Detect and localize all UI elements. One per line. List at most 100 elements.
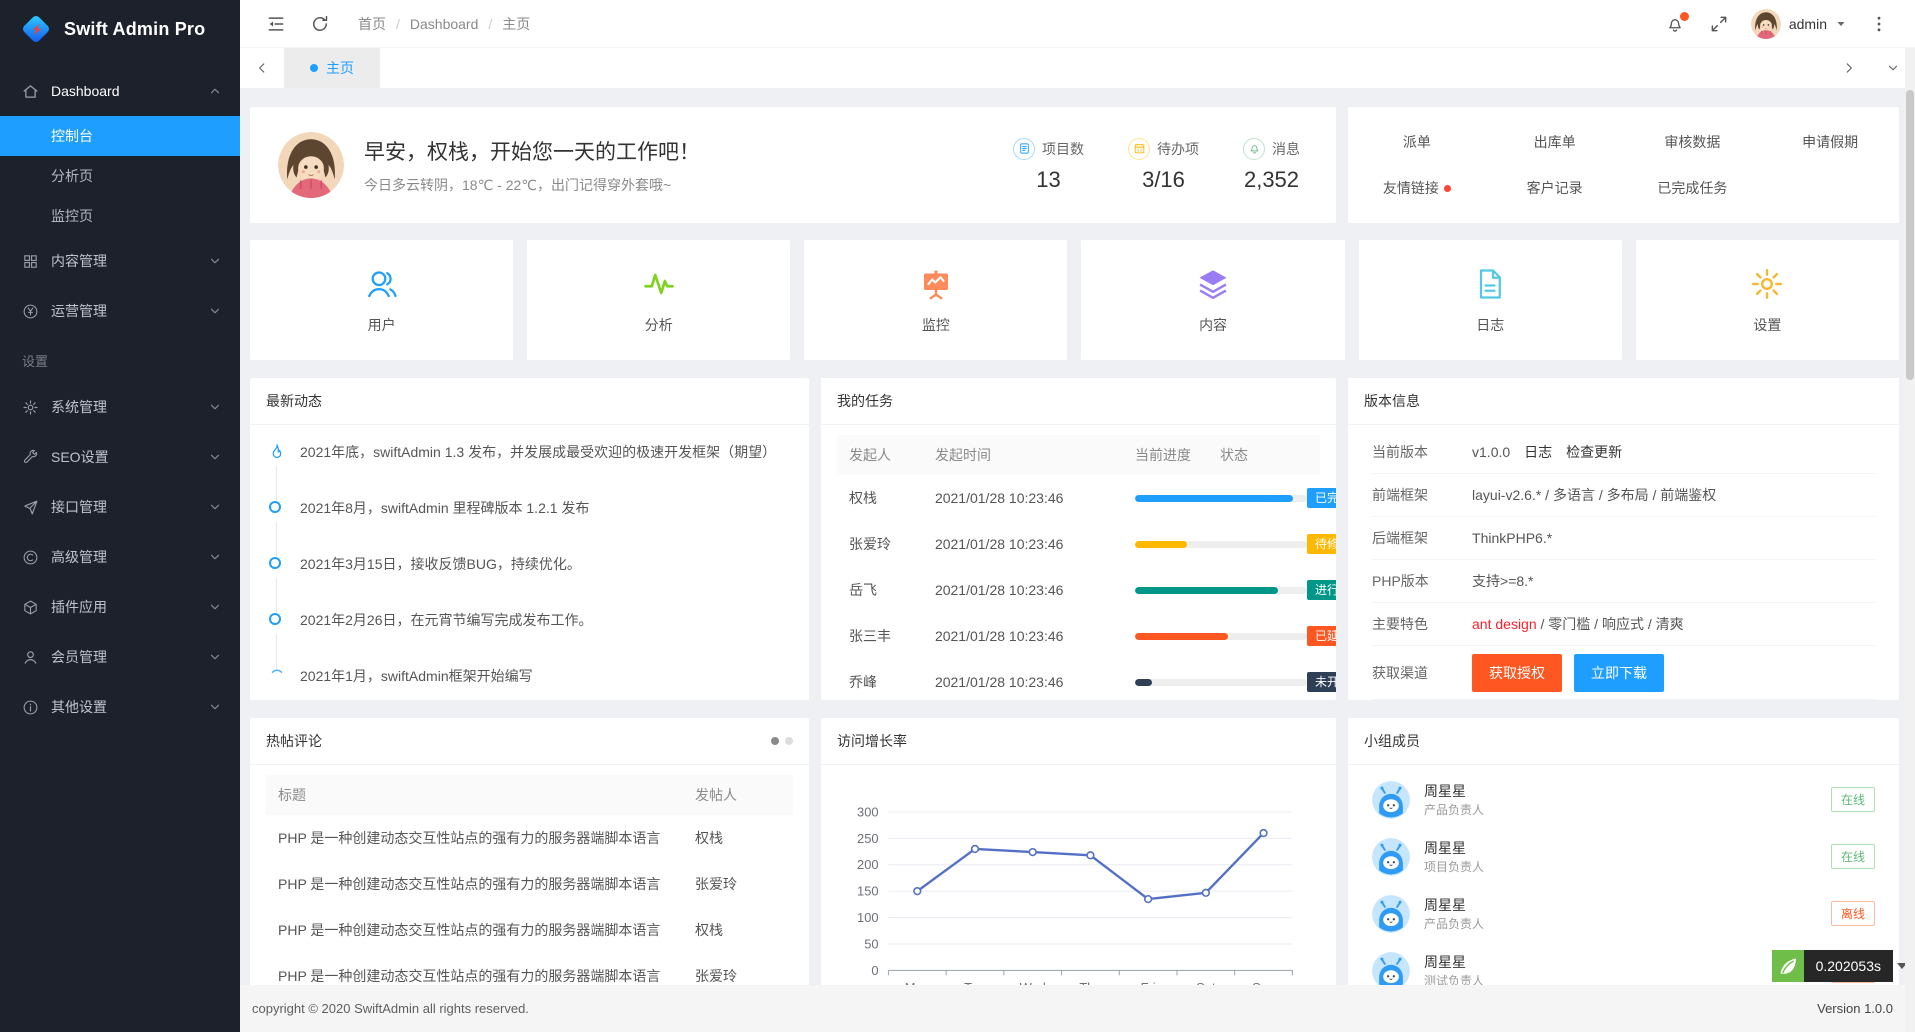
table-row[interactable]: PHP 是一种创建动态交互性站点的强有力的服务器端脚本语言张爱玲 [266,861,793,907]
shortcut-analysis[interactable]: 分析 [527,240,790,360]
carousel-dots [771,737,793,745]
calendar-icon [1128,138,1150,160]
table-header-row: 发起人发起时间 当前进度状态 [837,435,1320,475]
home-icon [22,83,39,100]
shortcut-users[interactable]: 用户 [250,240,513,360]
sidebar-item-api-mgmt[interactable]: 接口管理 [0,482,240,532]
breadcrumb-current[interactable]: 主页 [502,14,530,34]
changelog-link[interactable]: 日志 [1524,442,1552,462]
progress-bar [1135,679,1307,686]
collapse-sidebar-icon[interactable] [266,14,286,34]
quick-action-leave-request[interactable]: 申请假期 [1761,132,1899,152]
fullscreen-icon[interactable] [1709,14,1729,34]
download-button[interactable]: 立即下载 [1574,654,1664,692]
tools-icon [22,449,39,466]
status-badge: 进行中 [1307,580,1336,600]
table-row[interactable]: PHP 是一种创建动态交互性站点的强有力的服务器端脚本语言权栈 [266,907,793,953]
chevron-down-icon [208,500,222,514]
pulse-icon [641,266,677,302]
sidebar-item-member-mgmt[interactable]: 会员管理 [0,632,240,682]
sidebar-item-operation-mgmt[interactable]: 运营管理 [0,286,240,336]
sidebar-item-system-mgmt[interactable]: 系统管理 [0,382,240,432]
carousel-dot[interactable] [785,737,793,745]
refresh-icon[interactable] [310,14,330,34]
copyright-text: copyright © 2020 SwiftAdmin all rights r… [252,1001,529,1016]
sidebar-item-analysis-page[interactable]: 分析页 [0,156,240,196]
scrollbar[interactable] [1905,48,1915,1032]
sidebar-item-seo-settings[interactable]: SEO设置 [0,432,240,482]
tabs-scroll-right-icon[interactable] [1827,48,1871,88]
card-title: 访问增长率 [837,731,907,751]
notifications-bell-icon[interactable] [1665,14,1685,34]
table-row: 张爱玲2021/01/28 10:23:46 待修复 [837,521,1320,567]
growth-chart-card: 访问增长率 050100150200250300MonTueWedThuFriS… [821,718,1336,985]
chevron-down-icon [208,254,222,268]
sidebar-item-console[interactable]: 控制台 [0,116,240,156]
user-icon [22,649,39,666]
table-row: 张三丰2021/01/28 10:23:46 已延期 [837,613,1320,659]
version-text: Version 1.0.0 [1817,1001,1893,1016]
sidebar-item-label: 运营管理 [51,301,208,321]
sidebar-section-settings: 设置 [0,336,240,382]
stat-label: 待办项 [1157,139,1199,159]
timeline-item: 2021年底，swiftAdmin 1.3 发布，并发展成最受欢迎的极速开发框架… [268,441,791,497]
breadcrumb-home[interactable]: 首页 [358,14,386,34]
table-row[interactable]: PHP 是一种创建动态交互性站点的强有力的服务器端脚本语言权栈 [266,815,793,861]
svg-text:50: 50 [864,936,878,951]
progress-bar [1135,587,1307,594]
svg-text:200: 200 [857,857,878,872]
sidebar-item-other-settings[interactable]: 其他设置 [0,682,240,732]
sidebar-item-advanced-mgmt[interactable]: 高级管理 [0,532,240,582]
hot-posts-card: 热帖评论 标题发帖人 PHP 是一种创建动态交互性站点的强有力的服务器端脚本语言… [250,718,809,985]
member-avatar [1372,895,1410,933]
quick-action-review-data[interactable]: 审核数据 [1624,132,1762,152]
quick-action-outbound[interactable]: 出库单 [1486,132,1624,152]
member-avatar [1372,781,1410,819]
news-card: 最新动态 2021年底，swiftAdmin 1.3 发布，并发展成最受欢迎的极… [250,378,809,700]
stat-messages: 消息 2,352 [1243,138,1300,193]
list-item: 周星星项目负责人 在线 [1372,828,1875,885]
quick-action-dispatch[interactable]: 派单 [1348,132,1486,152]
list-item: 周星星产品负责人 在线 [1372,771,1875,828]
user-menu[interactable]: admin [1751,9,1847,39]
version-row-frontend: 前端框架 layui-v2.6.* / 多语言 / 多布局 / 前端鉴权 [1372,474,1875,517]
shortcut-monitor[interactable]: 监控 [804,240,1067,360]
get-license-button[interactable]: 获取授权 [1472,654,1562,692]
sidebar-item-dashboard[interactable]: Dashboard [0,66,240,116]
user-avatar-large [278,132,344,198]
table-row[interactable]: PHP 是一种创建动态交互性站点的强有力的服务器端脚本语言张爱玲 [266,953,793,985]
svg-text:150: 150 [857,884,878,899]
status-badge: 离线 [1831,901,1875,926]
shortcut-settings[interactable]: 设置 [1636,240,1899,360]
breadcrumb-dashboard[interactable]: Dashboard [410,16,479,32]
quick-action-friend-links[interactable]: 友情链接 [1348,178,1486,198]
member-avatar [1372,838,1410,876]
version-row-backend: 后端框架 ThinkPHP6.* [1372,517,1875,560]
scrollbar-thumb[interactable] [1906,90,1914,380]
check-update-link[interactable]: 检查更新 [1566,442,1622,462]
tabs-scroll-left-icon[interactable] [240,48,284,88]
gear-icon [22,399,39,416]
version-row-features: 主要特色 ant design / 零门槛 / 响应式 / 清爽 [1372,603,1875,646]
version-row-php: PHP版本 支持>=8.* [1372,560,1875,603]
sidebar-item-label: 高级管理 [51,547,208,567]
status-badge: 未开始 [1307,672,1336,692]
flame-icon [268,443,286,461]
shortcut-content[interactable]: 内容 [1081,240,1344,360]
tab-home[interactable]: 主页 [284,48,380,88]
welcome-stats: 项目数 13 待办项 3/16 消息 [1013,138,1308,193]
app-logo[interactable]: Swift Admin Pro [0,0,240,58]
table-row: 岳飞2021/01/28 10:23:46 进行中 [837,567,1320,613]
quick-action-customer-records[interactable]: 客户记录 [1486,178,1624,198]
sidebar-item-content-mgmt[interactable]: 内容管理 [0,236,240,286]
quick-action-completed-tasks[interactable]: 已完成任务 [1624,178,1762,198]
chevron-down-icon [208,450,222,464]
carousel-dot[interactable] [771,737,779,745]
shortcut-logs[interactable]: 日志 [1359,240,1622,360]
sidebar-item-monitor-page[interactable]: 监控页 [0,196,240,236]
sidebar-item-plugins[interactable]: 插件应用 [0,582,240,632]
stat-value: 13 [1013,167,1084,193]
sidebar-item-label: 内容管理 [51,251,208,271]
more-menu-icon[interactable] [1869,14,1889,34]
thinkphp-debug-badge[interactable]: 0.202053s [1772,950,1907,982]
